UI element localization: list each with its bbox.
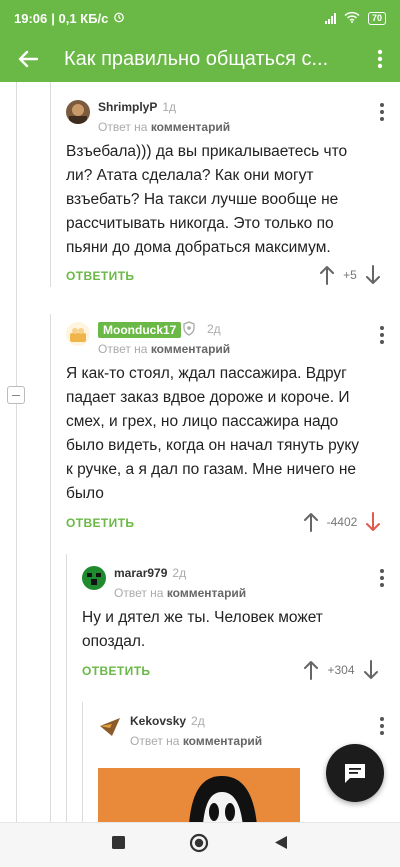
comment-menu-button[interactable] xyxy=(372,565,392,591)
app-bar: Как правильно общаться с... xyxy=(0,36,400,82)
wifi-icon xyxy=(344,11,360,26)
page-title: Как правильно общаться с... xyxy=(64,47,329,70)
reply-to-line: Ответ на комментарий xyxy=(98,120,231,134)
thread-line xyxy=(66,554,67,822)
battery-indicator: 70 xyxy=(367,11,386,25)
nav-home-icon[interactable] xyxy=(189,833,209,858)
comment-image[interactable] xyxy=(98,768,300,822)
comment-text: Ну и дятел же ты. Человек может опоздал. xyxy=(82,609,323,650)
comment-age: 2д xyxy=(207,322,221,336)
shield-icon xyxy=(182,321,196,341)
more-vert-icon xyxy=(377,49,383,69)
collapse-icon xyxy=(12,394,20,396)
more-options-button[interactable] xyxy=(360,36,400,82)
upvote-arrow-icon[interactable] xyxy=(304,512,318,532)
signal-icon xyxy=(324,12,336,24)
reply-button[interactable]: ОТВЕТИТЬ xyxy=(66,269,134,283)
thread-line xyxy=(50,82,51,287)
comment-age: 2д xyxy=(191,714,205,728)
reply-to-line: Ответ на комментарий xyxy=(114,586,247,600)
back-arrow-icon xyxy=(18,50,38,68)
collapse-button[interactable] xyxy=(7,386,25,404)
comment-fab-icon xyxy=(345,764,365,783)
new-comment-button[interactable] xyxy=(326,744,384,802)
alarm-icon xyxy=(113,11,125,26)
reply-target-link[interactable]: комментарий xyxy=(151,120,230,134)
reply-target-link[interactable]: комментарий xyxy=(151,342,230,356)
comment-age: 1д xyxy=(162,100,177,114)
back-button[interactable] xyxy=(0,36,56,82)
comment-age: 2д xyxy=(172,566,187,580)
reply-target-link[interactable]: комментарий xyxy=(167,586,246,600)
status-time: 19:06 xyxy=(14,10,48,26)
upvote-arrow-icon[interactable] xyxy=(304,660,318,680)
status-bar: 19:06 | 0,1 КБ/с 70 xyxy=(0,0,400,36)
comment-menu-button[interactable] xyxy=(372,322,392,348)
downvote-arrow-icon[interactable] xyxy=(366,512,380,532)
comment-text: Взъебала))) да вы прикалываетесь что ли?… xyxy=(66,143,348,256)
nav-back-icon[interactable] xyxy=(274,835,288,855)
comment-score: -4402 xyxy=(326,515,358,529)
reply-target-link[interactable]: комментарий xyxy=(183,734,262,748)
thread-line xyxy=(50,314,51,822)
downvote-arrow-icon[interactable] xyxy=(364,660,378,680)
thread-line xyxy=(16,82,17,822)
avatar[interactable] xyxy=(82,566,106,590)
reply-button[interactable]: ОТВЕТИТЬ xyxy=(82,664,150,678)
comment: Moonduck17 2д Ответ на комментарий Я как… xyxy=(66,321,392,538)
system-nav-bar xyxy=(0,822,400,867)
comment: ShrimplyP 1д Ответ на комментарий Взъебал… xyxy=(66,100,392,291)
comment-author[interactable]: Moonduck17 xyxy=(98,322,182,338)
comment-text: Я как-то стоял, ждал пассажира. Вдруг па… xyxy=(66,365,360,502)
reply-to-line: Ответ на комментарий xyxy=(130,734,263,748)
comment-author[interactable]: ShrimplyP 1д xyxy=(98,100,176,114)
reply-button[interactable]: ОТВЕТИТЬ xyxy=(66,516,134,530)
status-speed: | 0,1 КБ/с xyxy=(51,10,109,26)
thread-line xyxy=(82,702,83,822)
downvote-arrow-icon[interactable] xyxy=(366,265,380,285)
comments-thread[interactable]: ShrimplyP 1д Ответ на комментарий Взъебал… xyxy=(0,82,400,822)
comment-author[interactable]: Kekovsky 2д xyxy=(130,714,205,728)
comment-author[interactable]: marar979 2д xyxy=(114,566,186,580)
comment-menu-button[interactable] xyxy=(372,713,392,739)
avatar[interactable] xyxy=(66,322,90,346)
avatar[interactable] xyxy=(98,714,122,738)
nav-stop-icon[interactable] xyxy=(112,836,126,854)
reply-to-line: Ответ на комментарий xyxy=(98,342,231,356)
comment-score: +5 xyxy=(343,268,357,282)
comment-score: +304 xyxy=(327,663,355,677)
comment-menu-button[interactable] xyxy=(372,99,392,125)
avatar[interactable] xyxy=(66,100,90,124)
upvote-arrow-icon[interactable] xyxy=(320,265,334,285)
comment: marar979 2д Ответ на комментарий Ну и дят… xyxy=(82,566,392,686)
